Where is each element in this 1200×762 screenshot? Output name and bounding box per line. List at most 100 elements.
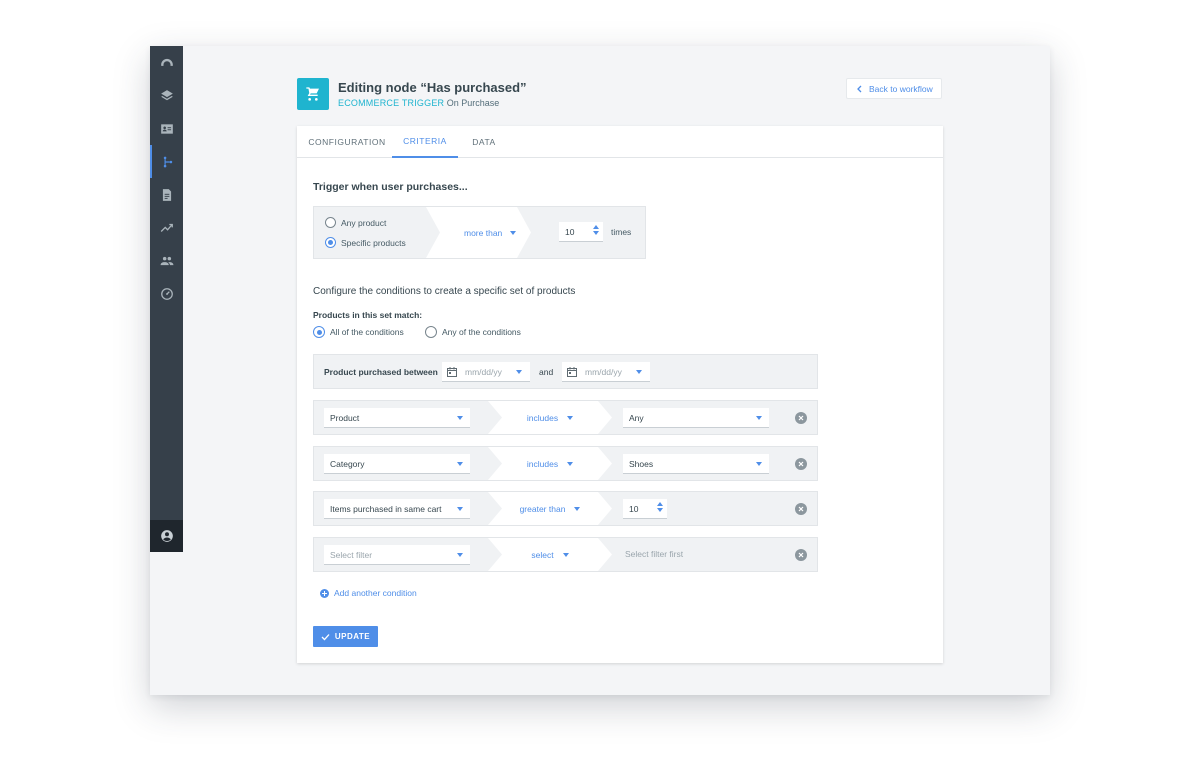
date-to-input[interactable]: mm/dd/yy — [562, 362, 650, 382]
condition-row: Select filter select Select filter first — [313, 537, 818, 572]
caret-down-icon — [562, 552, 569, 557]
shopping-cart-icon — [306, 87, 319, 101]
contact-card-icon — [160, 123, 173, 134]
condition-operator-dropdown[interactable]: includes — [502, 401, 598, 434]
condition-value: Any — [629, 412, 644, 423]
back-to-workflow-button[interactable]: Back to workflow — [846, 78, 942, 99]
sidebar-item-layers[interactable] — [150, 79, 183, 112]
radio-any-conditions-label: Any of the conditions — [442, 327, 521, 337]
sidebar-item-dashboard[interactable] — [150, 46, 183, 79]
calendar-icon — [567, 366, 577, 377]
configure-description: Configure the conditions to create a spe… — [313, 286, 576, 297]
remove-condition-button[interactable] — [795, 412, 807, 424]
condition-field-select[interactable]: Select filter — [324, 545, 470, 565]
condition-operator-dropdown[interactable]: includes — [502, 447, 598, 480]
condition-row: Category includes Shoes — [313, 446, 818, 481]
condition-field-select[interactable]: Category — [324, 454, 470, 474]
radio-any-product-label: Any product — [341, 217, 387, 228]
condition-operator-dropdown[interactable]: greater than — [502, 492, 598, 525]
purchase-count-input[interactable]: 10 — [559, 222, 603, 242]
calendar-icon — [447, 366, 457, 377]
sidebar-item-workflows[interactable] — [150, 145, 183, 178]
people-icon — [160, 256, 173, 265]
radio-any-conditions[interactable]: Any of the conditions — [425, 326, 521, 338]
trending-up-icon — [160, 223, 173, 232]
purchase-trigger-group: Any product Specific products more than … — [313, 206, 646, 259]
add-condition-label: Add another condition — [334, 588, 417, 598]
trigger-subtitle: ECOMMERCE TRIGGER On Purchase — [338, 98, 499, 108]
sidebar-item-people[interactable] — [150, 244, 183, 277]
tab-criteria[interactable]: CRITERIA — [392, 126, 458, 158]
purchase-count-value: 10 — [565, 226, 575, 237]
condition-value-select[interactable]: Shoes — [623, 454, 769, 474]
condition-row: Items purchased in same cart greater tha… — [313, 491, 818, 526]
condition-field-placeholder: Select filter — [330, 549, 373, 560]
close-icon — [798, 552, 804, 558]
condition-operator-value: includes — [526, 458, 559, 469]
sidebar — [150, 46, 183, 552]
caret-down-icon — [457, 416, 463, 420]
caret-down-icon — [457, 507, 463, 511]
tab-bar: CONFIGURATION CRITERIA DATA — [297, 126, 943, 158]
tab-data[interactable]: DATA — [465, 126, 503, 158]
caret-down-icon — [574, 506, 581, 511]
caret-down-icon — [457, 462, 463, 466]
stepper-arrows-icon[interactable] — [593, 225, 599, 235]
tab-configuration[interactable]: CONFIGURATION — [307, 126, 387, 158]
app-window: Editing node “Has purchased” ECOMMERCE T… — [150, 46, 1050, 695]
date-from-input[interactable]: mm/dd/yy — [442, 362, 530, 382]
radio-all-conditions[interactable]: All of the conditions — [313, 326, 404, 338]
layers-icon — [160, 89, 173, 100]
match-label: Products in this set match: — [313, 310, 423, 320]
condition-field-value: Category — [330, 458, 365, 469]
condition-field-select[interactable]: Items purchased in same cart — [324, 499, 470, 519]
caret-down-icon — [636, 370, 642, 374]
condition-field-select[interactable]: Product — [324, 408, 470, 428]
sidebar-item-analytics[interactable] — [150, 211, 183, 244]
chevron-left-icon — [857, 85, 862, 92]
radio-specific-products[interactable]: Specific products — [325, 237, 406, 248]
caret-down-icon — [756, 416, 762, 420]
date-range-row: Product purchased between mm/dd/yy and m… — [313, 354, 818, 389]
add-circle-icon — [320, 588, 329, 598]
radio-any-product-control[interactable] — [325, 217, 336, 228]
radio-all-conditions-control[interactable] — [313, 326, 325, 338]
add-condition-button[interactable]: Add another condition — [320, 588, 417, 598]
speedometer-icon — [160, 287, 173, 300]
page-title: Editing node “Has purchased” — [338, 80, 527, 95]
sidebar-item-documents[interactable] — [150, 178, 183, 211]
remove-condition-button[interactable] — [795, 503, 807, 515]
caret-down-icon — [516, 370, 522, 374]
stepper-arrows-icon[interactable] — [657, 502, 663, 512]
trigger-type: ECOMMERCE TRIGGER — [338, 98, 445, 108]
condition-value-select[interactable]: Any — [623, 408, 769, 428]
update-button[interactable]: UPDATE — [313, 626, 378, 647]
close-icon — [798, 506, 804, 512]
count-unit: times — [611, 227, 632, 237]
radio-specific-products-label: Specific products — [341, 237, 406, 248]
sidebar-user-account[interactable] — [150, 520, 183, 552]
remove-condition-button[interactable] — [795, 458, 807, 470]
radio-specific-products-control[interactable] — [325, 237, 336, 248]
date-range-label: Product purchased between — [324, 367, 438, 377]
condition-operator-dropdown[interactable]: select — [502, 538, 598, 571]
back-to-workflow-label: Back to workflow — [869, 83, 933, 94]
sidebar-item-performance[interactable] — [150, 277, 183, 310]
update-label: UPDATE — [334, 632, 371, 641]
condition-number-input[interactable]: 10 — [623, 499, 667, 519]
caret-down-icon — [457, 553, 463, 557]
condition-operator-value: includes — [526, 412, 559, 423]
sidebar-item-contacts[interactable] — [150, 112, 183, 145]
radio-any-conditions-control[interactable] — [425, 326, 437, 338]
condition-row: Product includes Any — [313, 400, 818, 435]
radio-any-product[interactable]: Any product — [325, 217, 386, 228]
comparison-dropdown[interactable]: more than — [464, 228, 517, 238]
remove-condition-button[interactable] — [795, 549, 807, 561]
condition-value: Shoes — [629, 458, 654, 469]
condition-field-value: Product — [330, 412, 360, 423]
check-icon — [321, 633, 330, 640]
condition-field-value: Items purchased in same cart — [330, 503, 442, 514]
caret-down-icon — [756, 462, 762, 466]
workflow-branch-icon — [163, 156, 172, 167]
condition-value-hint: Select filter first — [625, 549, 684, 559]
